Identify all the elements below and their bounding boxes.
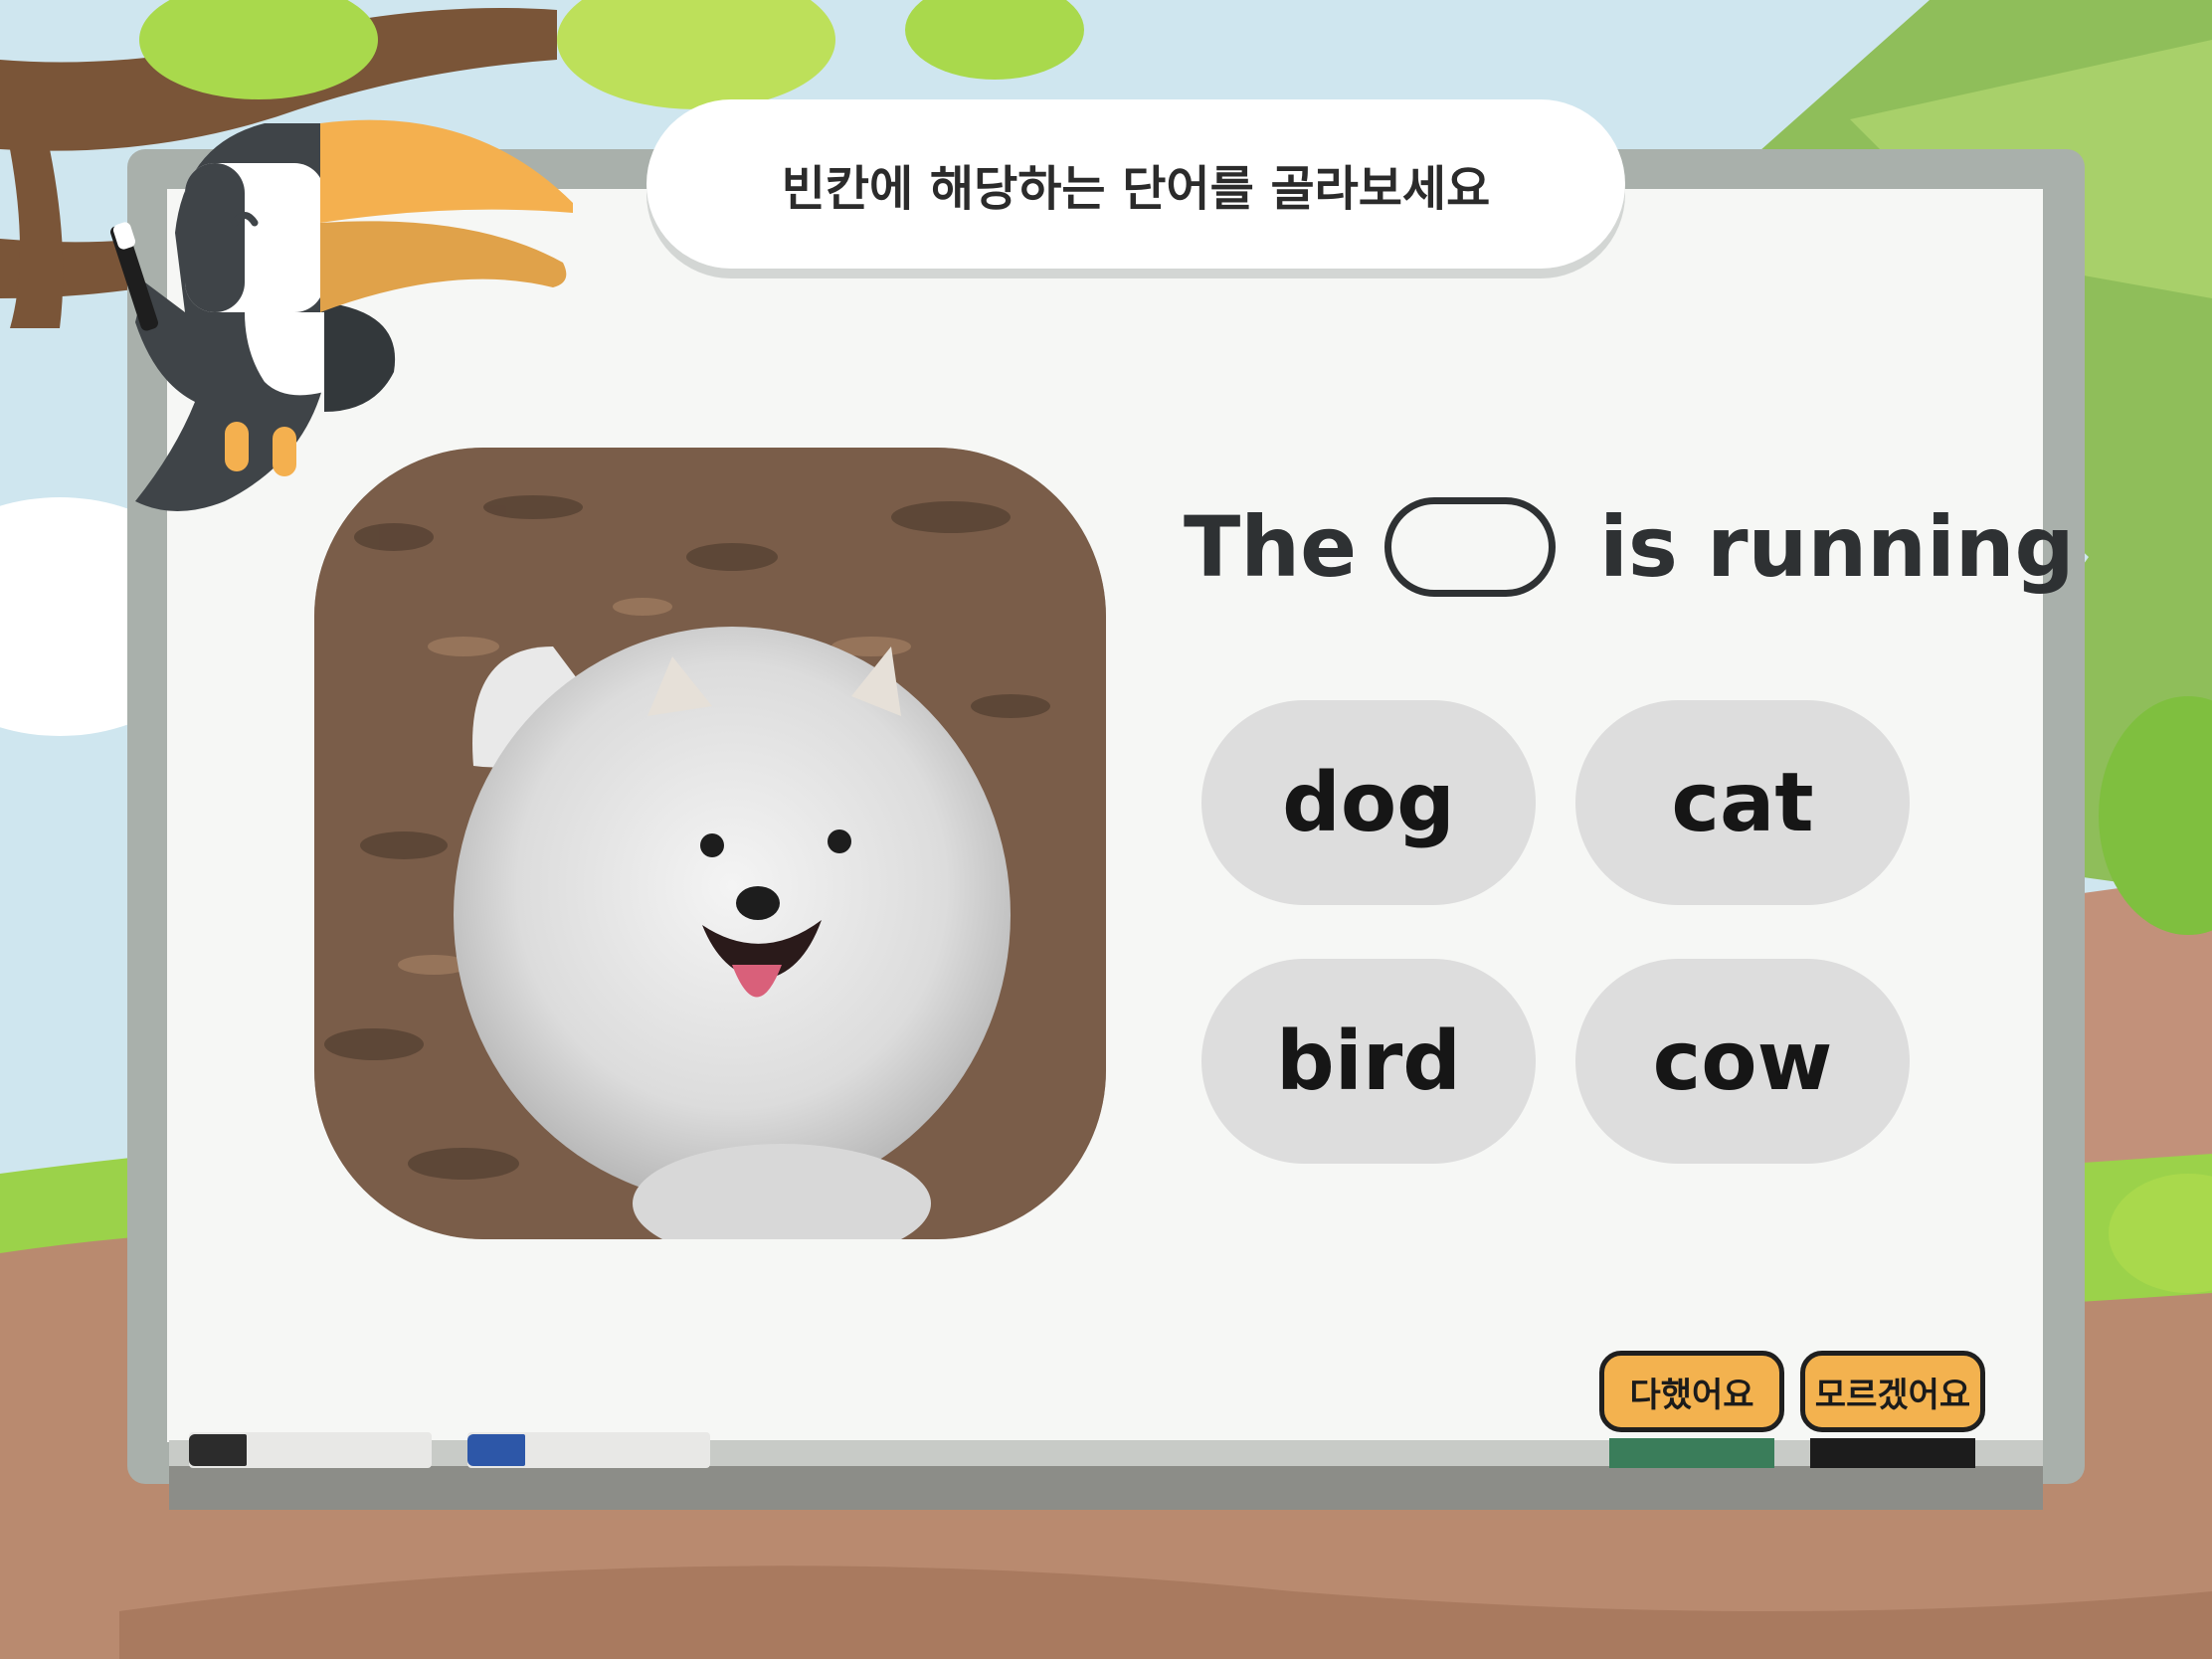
instruction-text: 빈칸에 해당하는 단어를 골라보세요 [781, 161, 1491, 217]
choice-cat-button[interactable]: cat [1575, 700, 1910, 905]
choice-cow-button[interactable]: cow [1575, 959, 1910, 1164]
sentence: The is running [1184, 487, 2075, 607]
choice-dog-button[interactable]: dog [1201, 700, 1536, 905]
choice-bird-button[interactable]: bird [1201, 959, 1536, 1164]
sentence-after: is running [1599, 498, 2075, 596]
black-marker-icon [189, 1432, 432, 1468]
dont-know-button[interactable]: 모르겠어요 [1800, 1351, 1985, 1432]
done-button[interactable]: 다했어요 [1599, 1351, 1784, 1432]
blue-marker-icon [467, 1432, 710, 1468]
answer-blank[interactable] [1384, 497, 1557, 597]
instruction-banner: 빈칸에 해당하는 단어를 골라보세요 [646, 99, 1625, 269]
sentence-before: The [1184, 498, 1358, 596]
green-eraser-icon [1609, 1438, 1774, 1468]
black-eraser-icon [1810, 1438, 1975, 1468]
dog-image [314, 448, 1106, 1239]
running-dog-photo [314, 448, 1106, 1239]
marker-tray [169, 1466, 2043, 1510]
